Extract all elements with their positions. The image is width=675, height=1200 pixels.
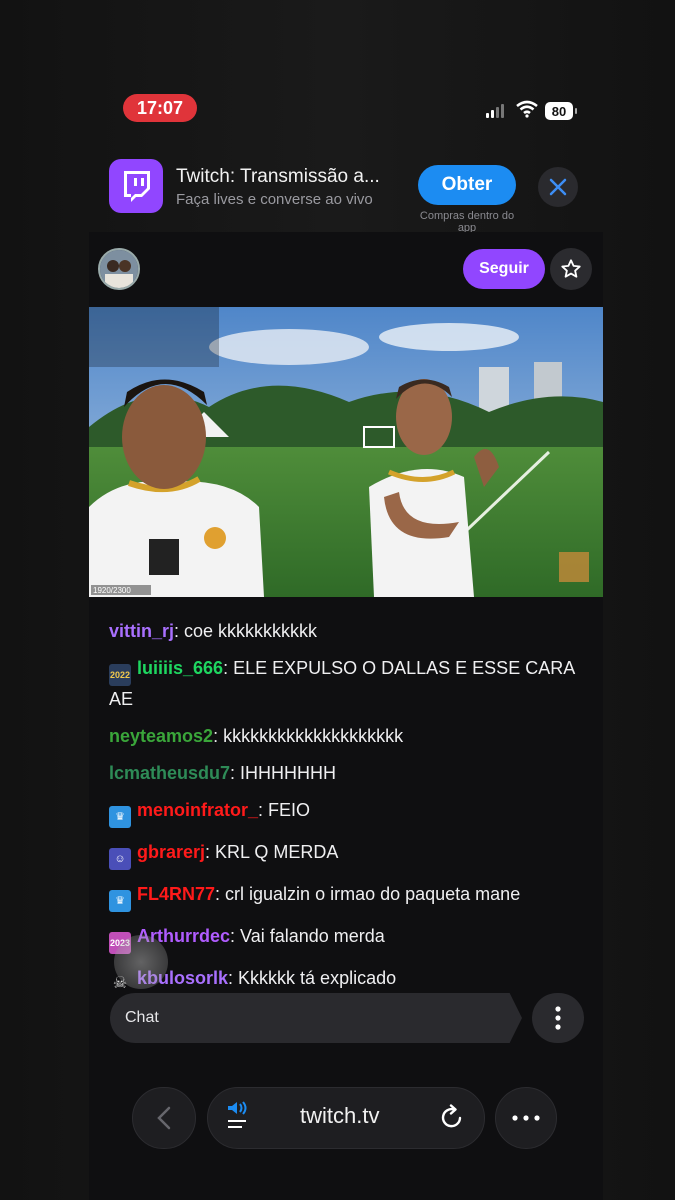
chat-messages: vittin_rj: coe kkkkkkkkkkk 2022 luiiiis_6… <box>109 618 589 1006</box>
video-player[interactable]: 1920/2300 <box>89 307 603 597</box>
chevron-left-icon <box>157 1106 171 1130</box>
app-banner-subtitle: Faça lives e converse ao vivo <box>176 191 373 208</box>
chat-text: : KRL Q MERDA <box>205 842 339 862</box>
status-time: 17:07 <box>123 94 197 122</box>
group-badge-icon[interactable]: ☺ <box>109 848 131 870</box>
audio-playing-icon[interactable] <box>225 1100 251 1130</box>
browser-more-button[interactable] <box>495 1087 557 1149</box>
close-banner-button[interactable] <box>538 167 578 207</box>
chat-message: ♛ FL4RN77: crl igualzin o irmao do paquet… <box>109 881 589 912</box>
battery-icon: 80 <box>545 102 577 120</box>
chat-username[interactable]: FL4RN77 <box>137 884 215 904</box>
chat-text: : crl igualzin o irmao do paqueta mane <box>215 884 521 904</box>
chat-input[interactable]: Chat <box>110 993 522 1043</box>
chat-text: : coe kkkkkkkkkkk <box>174 621 318 641</box>
chat-message: lcmatheusdu7: IHHHHHHH <box>109 760 589 786</box>
chat-username[interactable]: gbrarerj <box>137 842 205 862</box>
more-vertical-icon <box>555 1006 561 1030</box>
close-icon <box>549 178 567 196</box>
twitch-app-icon[interactable] <box>109 159 163 213</box>
chat-text: : Vai falando merda <box>230 926 385 946</box>
favorite-button[interactable] <box>550 248 592 290</box>
more-horizontal-icon <box>512 1115 540 1121</box>
get-app-button[interactable]: Obter <box>418 165 516 205</box>
chat-text: : FEIO <box>258 800 311 820</box>
chat-message: 2022 luiiiis_666: ELE EXPULSO O DALLAS E … <box>109 655 589 712</box>
svg-text:1920/2300: 1920/2300 <box>93 586 131 595</box>
follow-button[interactable]: Seguir <box>463 249 545 289</box>
in-app-purchases-note: Compras dentro do app <box>419 210 515 232</box>
app-banner-title: Twitch: Transmissão a... <box>176 166 380 187</box>
chat-username[interactable]: vittin_rj <box>109 621 174 641</box>
signal-icon <box>486 104 504 118</box>
reload-icon[interactable] <box>440 1104 464 1130</box>
chat-message: vittin_rj: coe kkkkkkkkkkk <box>109 618 589 644</box>
chat-username[interactable]: luiiiis_666 <box>137 658 223 678</box>
chat-message: ♛ menoinfrator_: FEIO <box>109 797 589 828</box>
chat-message: ☺ gbrarerj: KRL Q MERDA <box>109 839 589 870</box>
crown-badge-icon[interactable]: ♛ <box>109 890 131 912</box>
chat-text: : kkkkkkkkkkkkkkkkkkkk <box>213 726 404 746</box>
chat-message: ☠ kbulosorlk: Kkkkkk tá explicado <box>109 965 589 995</box>
crown-badge-icon[interactable]: ♛ <box>109 806 131 828</box>
chat-text: : Kkkkkk tá explicado <box>228 968 397 988</box>
chat-more-button[interactable] <box>532 993 584 1043</box>
channel-avatar[interactable] <box>98 248 140 290</box>
browser-back-button[interactable] <box>132 1087 196 1149</box>
chat-text: : IHHHHHHH <box>230 763 337 783</box>
star-icon <box>561 259 581 278</box>
wifi-icon <box>516 100 538 118</box>
chat-username[interactable]: neyteamos2 <box>109 726 213 746</box>
year-2022-badge-icon[interactable]: 2022 <box>109 664 131 686</box>
url-text[interactable]: twitch.tv <box>300 1103 379 1129</box>
chat-username[interactable]: menoinfrator_ <box>137 800 258 820</box>
chat-message: 2023Arthurrdec: Vai falando merda <box>109 923 589 954</box>
chat-username[interactable]: lcmatheusdu7 <box>109 763 230 783</box>
chat-message: neyteamos2: kkkkkkkkkkkkkkkkkkkk <box>109 723 589 749</box>
touch-indicator <box>114 935 168 989</box>
